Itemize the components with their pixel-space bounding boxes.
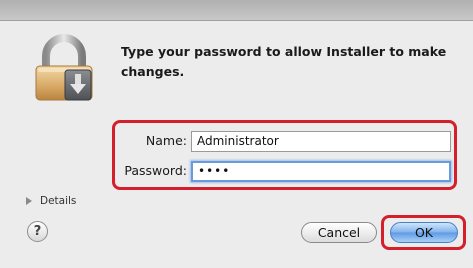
details-label[interactable]: Details — [40, 194, 76, 208]
dialog-prompt: Type your password to allow Installer to… — [121, 44, 447, 79]
title-bar[interactable] — [0, 0, 473, 21]
name-label: Name: — [145, 133, 187, 148]
cancel-button[interactable]: Cancel — [301, 222, 377, 243]
lock-icon — [35, 34, 93, 101]
help-button[interactable]: ? — [27, 221, 48, 242]
password-label: Password: — [124, 163, 187, 178]
ok-button[interactable]: OK — [390, 222, 458, 243]
disclosure-triangle-icon[interactable] — [26, 197, 32, 205]
name-field[interactable]: Administrator — [191, 131, 451, 152]
authentication-dialog: Type your password to allow Installer to… — [0, 0, 473, 268]
password-field[interactable]: •••• — [191, 161, 451, 182]
